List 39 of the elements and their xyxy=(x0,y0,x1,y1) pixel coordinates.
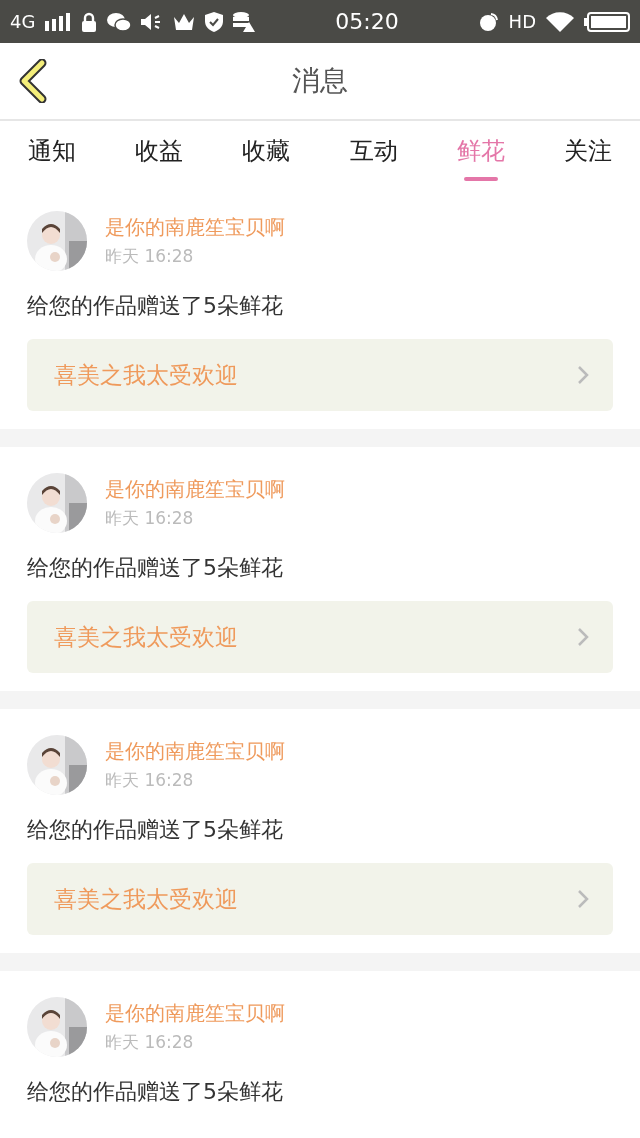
message-text: 给您的作品赠送了5朵鲜花 xyxy=(27,292,284,320)
work-link[interactable]: 喜美之我太受欢迎 xyxy=(27,601,613,673)
work-title: 喜美之我太受欢迎 xyxy=(54,622,238,652)
chevron-right-icon xyxy=(577,365,589,385)
tab[interactable]: 互动 xyxy=(333,121,414,185)
work-title: 喜美之我太受欢迎 xyxy=(54,360,238,390)
page-title: 消息 xyxy=(292,63,348,99)
tab[interactable]: 关注 xyxy=(547,121,628,185)
chevron-right-icon xyxy=(577,889,589,909)
back-icon[interactable] xyxy=(18,59,48,103)
sender-name[interactable]: 是你的南鹿笙宝贝啊 xyxy=(105,1000,285,1027)
tab[interactable]: 收藏 xyxy=(226,121,307,185)
sender-name[interactable]: 是你的南鹿笙宝贝啊 xyxy=(105,738,285,765)
work-link[interactable]: 喜美之我太受欢迎 xyxy=(27,863,613,935)
wifi-icon xyxy=(546,11,574,32)
message-time: 昨天 16:28 xyxy=(105,245,195,268)
battery-icon xyxy=(584,11,630,32)
tab[interactable]: 收益 xyxy=(119,121,200,185)
hd-indicator: HD xyxy=(508,11,536,32)
signal-icon xyxy=(45,12,72,31)
message-time: 昨天 16:28 xyxy=(105,769,195,792)
tab[interactable]: 通知 xyxy=(12,121,92,185)
message-text: 给您的作品赠送了5朵鲜花 xyxy=(27,816,284,844)
work-title: 喜美之我太受欢迎 xyxy=(54,884,238,914)
chevron-right-icon xyxy=(577,627,589,647)
clock: 05:20 xyxy=(335,9,399,34)
sender-name[interactable]: 是你的南鹿笙宝贝啊 xyxy=(105,214,285,241)
crown-icon xyxy=(173,12,196,31)
tab[interactable]: 鲜花 xyxy=(440,121,521,185)
chat-icon xyxy=(107,11,132,32)
lock-icon xyxy=(81,11,98,32)
work-link[interactable]: 喜美之我太受欢迎 xyxy=(27,339,613,411)
shield-icon xyxy=(205,11,224,32)
message-time: 昨天 16:28 xyxy=(105,507,195,530)
message-time: 昨天 16:28 xyxy=(105,1031,195,1054)
network-type: 4G xyxy=(10,11,36,32)
message-text: 给您的作品赠送了5朵鲜花 xyxy=(27,554,284,582)
message-text: 给您的作品赠送了5朵鲜花 xyxy=(27,1078,284,1106)
sender-name[interactable]: 是你的南鹿笙宝贝啊 xyxy=(105,476,285,503)
